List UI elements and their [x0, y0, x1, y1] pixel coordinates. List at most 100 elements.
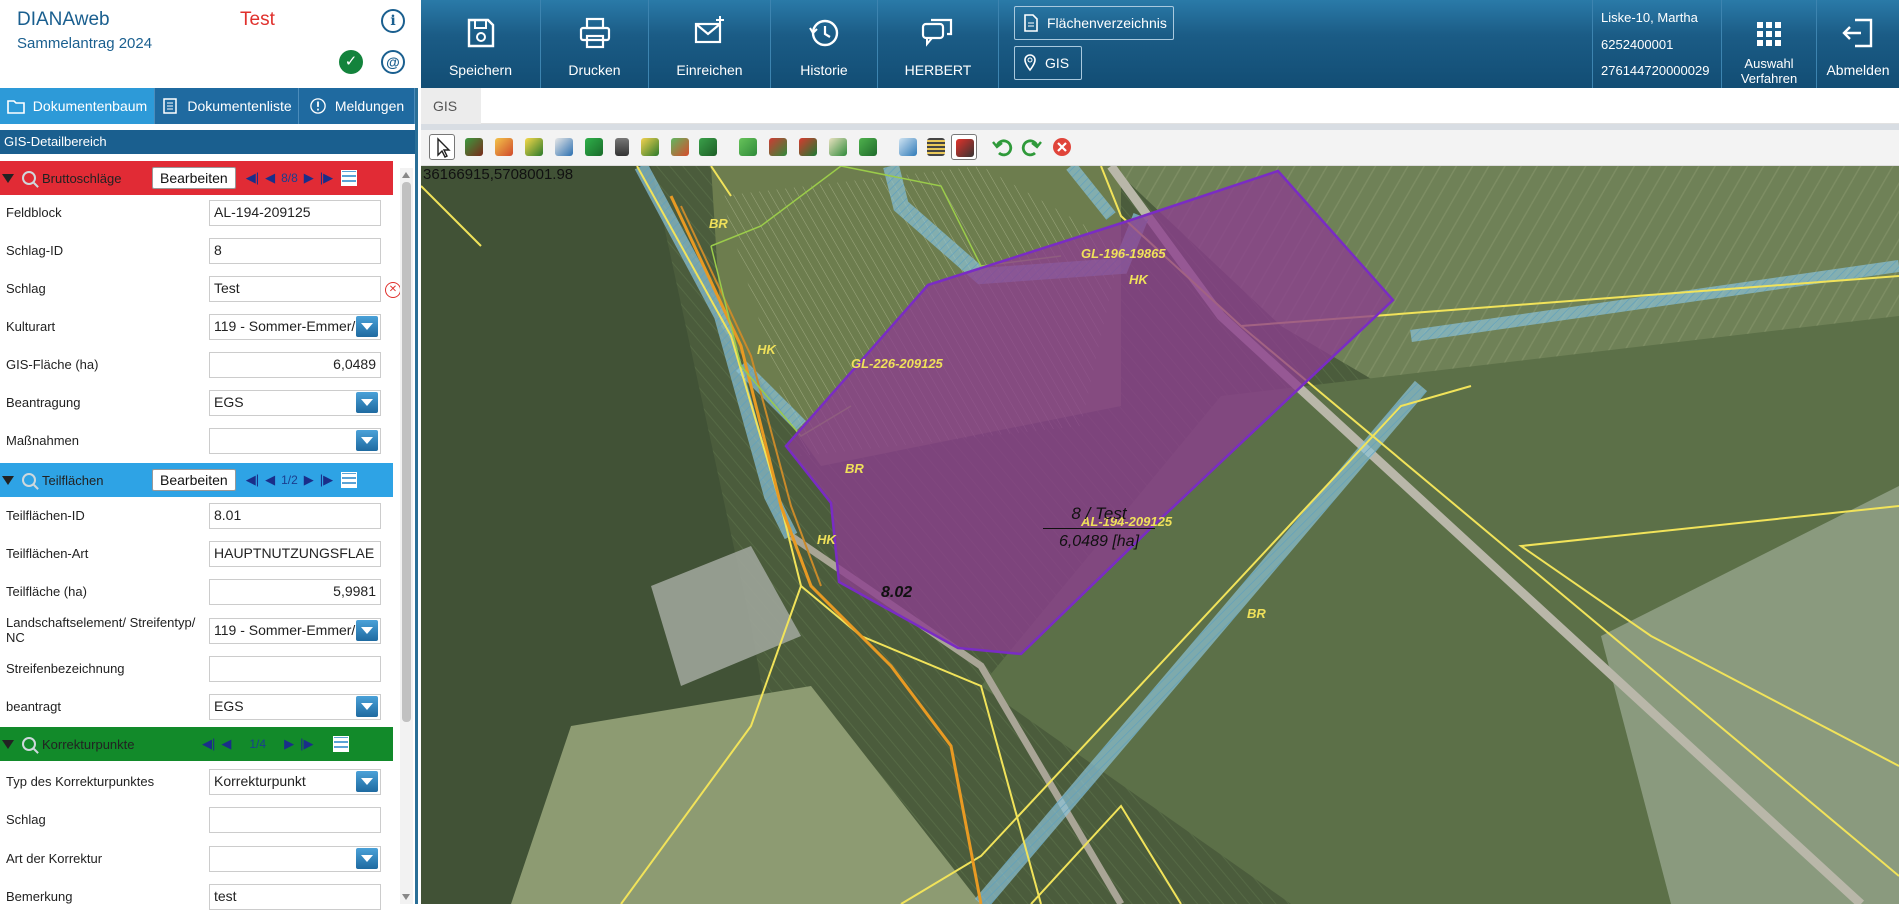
cancel-tool[interactable]: [1049, 134, 1075, 160]
last-page-icon[interactable]: |▶: [300, 736, 313, 752]
subparcel-label: 8.02: [881, 584, 913, 601]
korrektur-schlag-input[interactable]: [209, 807, 381, 833]
teilflaechen-art-input[interactable]: HAUPTNUTZUNGSFLAE: [209, 541, 381, 567]
zoom-icon[interactable]: [22, 473, 36, 487]
map-canvas[interactable]: [421, 166, 1899, 904]
dropdown-icon[interactable]: [356, 316, 378, 337]
delete-tool[interactable]: [609, 134, 635, 160]
legend-tool[interactable]: [923, 134, 949, 160]
measure-tool[interactable]: [825, 134, 851, 160]
snap-tool[interactable]: [667, 134, 693, 160]
at-icon[interactable]: @: [381, 50, 405, 74]
map-label: BR: [1247, 606, 1266, 621]
field-schlag: Schlag Test ✕: [0, 273, 401, 305]
last-page-icon[interactable]: |▶: [320, 170, 333, 186]
field-teilflaechen-id: Teilflächen-ID 8.01: [0, 500, 400, 532]
gis-flaeche-input[interactable]: 6,0489: [209, 352, 381, 378]
grid-menu-icon: [1757, 22, 1781, 46]
prev-page-icon[interactable]: ◀: [265, 472, 275, 488]
prev-page-icon[interactable]: ◀: [265, 170, 275, 186]
prev-page-icon[interactable]: ◀: [221, 736, 231, 752]
add-point-tool[interactable]: [695, 134, 721, 160]
field-schlag-id: Schlag-ID 8: [0, 235, 400, 267]
scroll-down-icon[interactable]: [402, 894, 410, 900]
streifenbezeichnung-input[interactable]: [209, 656, 381, 682]
gis-toolbar: [421, 130, 1899, 166]
layer-add-tool[interactable]: [735, 134, 761, 160]
field-beantragt: beantragt EGS: [0, 691, 400, 723]
scroll-up-icon[interactable]: [402, 172, 410, 178]
tab-gis[interactable]: GIS: [421, 88, 481, 124]
bemerkung-input[interactable]: test: [209, 884, 381, 910]
dropdown-icon[interactable]: [356, 771, 378, 792]
first-page-icon[interactable]: ◀|: [246, 170, 259, 186]
cut-tool[interactable]: [551, 134, 577, 160]
user-info: Liske-10, Martha 6252400001 276144720000…: [1592, 0, 1722, 88]
undo-tool[interactable]: [989, 134, 1015, 160]
field-korrektur-schlag: Schlag: [0, 804, 400, 836]
dropdown-icon[interactable]: [356, 620, 378, 641]
dropdown-icon[interactable]: [356, 696, 378, 717]
schlag-id-input[interactable]: 8: [209, 238, 381, 264]
zoom-icon[interactable]: [22, 737, 36, 751]
settings-tool[interactable]: [895, 134, 921, 160]
dropdown-icon[interactable]: [356, 430, 378, 451]
next-page-icon[interactable]: ▶: [284, 736, 294, 752]
section-korrekturpunkte: Korrekturpunkte ◀| ◀ 1/4 ▶ |▶: [0, 727, 393, 761]
magnet-tool[interactable]: [951, 134, 977, 160]
clear-icon[interactable]: ✕: [385, 282, 401, 298]
collapse-icon[interactable]: [2, 173, 14, 183]
table-icon[interactable]: [341, 170, 358, 186]
schlag-input[interactable]: Test: [209, 276, 381, 302]
panel-scrollbar[interactable]: [400, 168, 413, 904]
check-icon[interactable]: ✓: [339, 50, 363, 74]
table-icon[interactable]: [341, 472, 358, 488]
history-button[interactable]: Historie: [771, 0, 878, 88]
save-button[interactable]: Speichern: [421, 0, 541, 88]
stripe-tool[interactable]: [855, 134, 881, 160]
next-page-icon[interactable]: ▶: [304, 170, 314, 186]
submit-button[interactable]: Einreichen: [649, 0, 771, 88]
edit-button[interactable]: Bearbeiten: [152, 469, 236, 491]
tab-dokumentenliste[interactable]: Dokumentenliste: [155, 88, 299, 124]
polygon-tool[interactable]: [581, 134, 607, 160]
zoom-icon[interactable]: [22, 171, 36, 185]
layer-merge-tool[interactable]: [795, 134, 821, 160]
flaechenverzeichnis-button[interactable]: Flächenverzeichnis: [1014, 6, 1174, 40]
next-page-icon[interactable]: ▶: [304, 472, 314, 488]
brand-header: DIANAweb Sammelantrag 2024 Test i ✓ @: [0, 0, 418, 88]
teilflaechen-id-input[interactable]: 8.01: [209, 503, 381, 529]
last-page-icon[interactable]: |▶: [320, 472, 333, 488]
edit-button[interactable]: Bearbeiten: [152, 167, 236, 189]
first-page-icon[interactable]: ◀|: [202, 736, 215, 752]
print-button[interactable]: Drucken: [541, 0, 649, 88]
dropdown-icon[interactable]: [356, 848, 378, 869]
redo-tool[interactable]: [1019, 134, 1045, 160]
info-icon[interactable]: i: [381, 9, 405, 33]
auswahl-verfahren-button[interactable]: Auswahl Verfahren: [1722, 0, 1817, 88]
feldblock-input[interactable]: AL-194-209125: [209, 200, 381, 226]
gis-map[interactable]: 36166915,5708001.98 BR HK GL-226-209125 …: [421, 166, 1899, 904]
logout-button[interactable]: Abmelden: [1817, 0, 1899, 88]
dropdown-icon[interactable]: [356, 392, 378, 413]
collapse-icon[interactable]: [2, 739, 14, 749]
collapse-icon[interactable]: [2, 475, 14, 485]
tab-dokumentenbaum[interactable]: Dokumentenbaum: [0, 88, 155, 124]
edit-vertex-tool[interactable]: [637, 134, 663, 160]
herbert-button[interactable]: HERBERT: [878, 0, 999, 88]
table-icon[interactable]: [333, 736, 350, 752]
tab-meldungen[interactable]: Meldungen: [299, 88, 415, 124]
scroll-thumb[interactable]: [402, 182, 411, 722]
layer-save-tool[interactable]: [461, 134, 487, 160]
history-icon: [809, 19, 839, 47]
gis-button[interactable]: GIS: [1014, 46, 1082, 80]
layer-split-tool[interactable]: [765, 134, 791, 160]
pencil-tool[interactable]: [521, 134, 547, 160]
user-id: 6252400001: [1601, 37, 1674, 52]
select-tool[interactable]: [429, 134, 455, 160]
section-title: Korrekturpunkte: [42, 736, 135, 752]
section-bruttoschlaege: Bruttoschläge Bearbeiten ◀| ◀ 8/8 ▶ |▶: [0, 161, 393, 195]
erase-tool[interactable]: [491, 134, 517, 160]
first-page-icon[interactable]: ◀|: [246, 472, 259, 488]
teilflaeche-input[interactable]: 5,9981: [209, 579, 381, 605]
